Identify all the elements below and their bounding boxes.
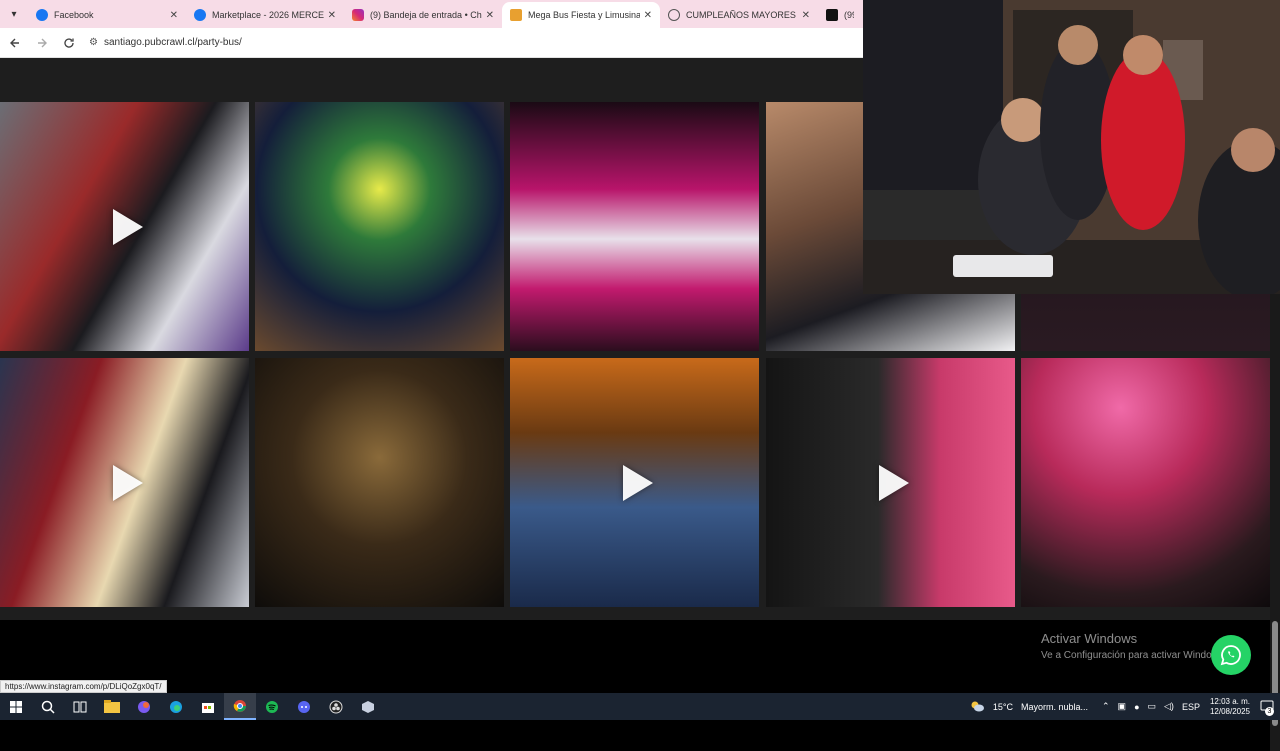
discord-icon[interactable] xyxy=(288,693,320,720)
tab-title: Facebook xyxy=(54,10,94,20)
bus-icon xyxy=(510,9,522,21)
back-arrow-icon[interactable] xyxy=(3,31,27,55)
network-icon[interactable]: ▭ xyxy=(1148,701,1157,712)
play-icon xyxy=(112,208,143,245)
task-view-icon[interactable] xyxy=(64,693,96,720)
search-icon[interactable] xyxy=(32,693,64,720)
gallery-tile[interactable] xyxy=(510,102,759,351)
globe-icon xyxy=(668,9,680,21)
tab-cumpleanos[interactable]: CUMPLEAÑOS MAYORES +18 - ✕ xyxy=(660,2,818,28)
tab-title: (99+) xyxy=(844,10,854,20)
microphone-icon[interactable]: ● xyxy=(1134,702,1139,712)
notification-badge: 3 xyxy=(1265,706,1274,716)
app-icon[interactable] xyxy=(352,693,384,720)
close-icon[interactable]: ✕ xyxy=(328,10,336,21)
site-settings-icon[interactable]: ⚙ xyxy=(89,37,98,48)
close-icon[interactable]: ✕ xyxy=(802,10,810,21)
whatsapp-icon xyxy=(1220,645,1241,666)
status-url-tooltip: https://www.instagram.com/p/DLiQoZgx0qT/ xyxy=(0,680,167,693)
gallery-tile[interactable] xyxy=(0,358,249,607)
language-indicator[interactable]: ESP xyxy=(1182,702,1200,712)
watermark-heading: Activar Windows xyxy=(1041,631,1138,646)
gallery-tile[interactable] xyxy=(255,358,504,607)
spotify-icon[interactable] xyxy=(256,693,288,720)
store-icon[interactable] xyxy=(192,693,224,720)
close-icon[interactable]: ✕ xyxy=(170,10,178,21)
forward-arrow-icon[interactable] xyxy=(30,31,54,55)
system-tray: 15°C Mayorm. nubla... ⌃ ▣ ● ▭ ◁) ESP 12:… xyxy=(965,693,1280,720)
activate-windows-watermark: Activar Windows Ve a Configuración para … xyxy=(1041,631,1227,661)
volume-icon[interactable]: ◁) xyxy=(1164,701,1174,712)
gallery-tile[interactable] xyxy=(255,102,504,351)
whatsapp-button[interactable] xyxy=(1211,635,1251,675)
weather-text[interactable]: Mayorm. nubla... xyxy=(1021,702,1088,712)
play-icon xyxy=(878,464,909,501)
close-icon[interactable]: ✕ xyxy=(644,10,652,21)
address-bar: ⚙ santiago.pubcrawl.cl/party-bus/ xyxy=(0,28,863,58)
url-field[interactable]: ⚙ santiago.pubcrawl.cl/party-bus/ xyxy=(89,37,242,48)
edge-icon[interactable] xyxy=(160,693,192,720)
picture-in-picture-video[interactable] xyxy=(863,0,1280,294)
weather-icon[interactable] xyxy=(969,700,985,714)
copilot-icon[interactable] xyxy=(128,693,160,720)
reload-icon[interactable] xyxy=(57,31,81,55)
tab-tiktok[interactable]: (99+) xyxy=(818,2,862,28)
url-text: santiago.pubcrawl.cl/party-bus/ xyxy=(103,37,242,48)
obs-icon[interactable] xyxy=(320,693,352,720)
tab-search-chevron-icon[interactable]: ▾ xyxy=(0,0,28,28)
tiktok-icon xyxy=(826,9,838,21)
watermark-subtext: Ve a Configuración para activar Windows. xyxy=(1041,650,1227,661)
facebook-icon xyxy=(36,9,48,21)
chevron-up-icon[interactable]: ⌃ xyxy=(1102,701,1110,712)
tab-mega-bus[interactable]: Mega Bus Fiesta y Limusinas - P ✕ xyxy=(502,2,660,28)
video-frame xyxy=(863,0,1280,294)
gallery-tile[interactable] xyxy=(510,358,759,607)
clock-date: 12/08/2025 xyxy=(1209,706,1250,716)
gallery-tile[interactable] xyxy=(0,102,249,351)
clock-time: 12:03 a. m. xyxy=(1209,696,1250,706)
instagram-icon xyxy=(352,9,364,21)
facebook-icon xyxy=(194,9,206,21)
camera-icon[interactable]: ▣ xyxy=(1118,701,1127,712)
tab-instagram-chats[interactable]: (9) Bandeja de entrada • Chats ✕ xyxy=(344,2,502,28)
close-icon[interactable]: ✕ xyxy=(486,10,494,21)
weather-temp[interactable]: 15°C xyxy=(993,702,1013,712)
windows-taskbar: 15°C Mayorm. nubla... ⌃ ▣ ● ▭ ◁) ESP 12:… xyxy=(0,693,1280,720)
gallery-tile[interactable] xyxy=(766,358,1015,607)
tab-title: (9) Bandeja de entrada • Chats xyxy=(370,10,482,20)
play-icon xyxy=(112,464,143,501)
file-explorer-icon[interactable] xyxy=(96,693,128,720)
chrome-icon[interactable] xyxy=(224,693,256,720)
clock[interactable]: 12:03 a. m. 12/08/2025 xyxy=(1210,697,1250,717)
windows-start-icon[interactable] xyxy=(0,693,32,720)
tab-facebook[interactable]: Facebook ✕ xyxy=(28,2,186,28)
tab-title: Marketplace - 2026 MERCEDES xyxy=(212,10,324,20)
gallery-tile[interactable] xyxy=(1021,358,1270,607)
tab-title: Mega Bus Fiesta y Limusinas - P xyxy=(528,10,640,20)
tab-marketplace[interactable]: Marketplace - 2026 MERCEDES ✕ xyxy=(186,2,344,28)
browser-tab-bar: ▾ Facebook ✕ Marketplace - 2026 MERCEDES… xyxy=(0,0,863,28)
tab-title: CUMPLEAÑOS MAYORES +18 - xyxy=(686,10,798,20)
play-icon xyxy=(622,464,653,501)
notifications-icon[interactable]: 3 xyxy=(1260,700,1274,716)
